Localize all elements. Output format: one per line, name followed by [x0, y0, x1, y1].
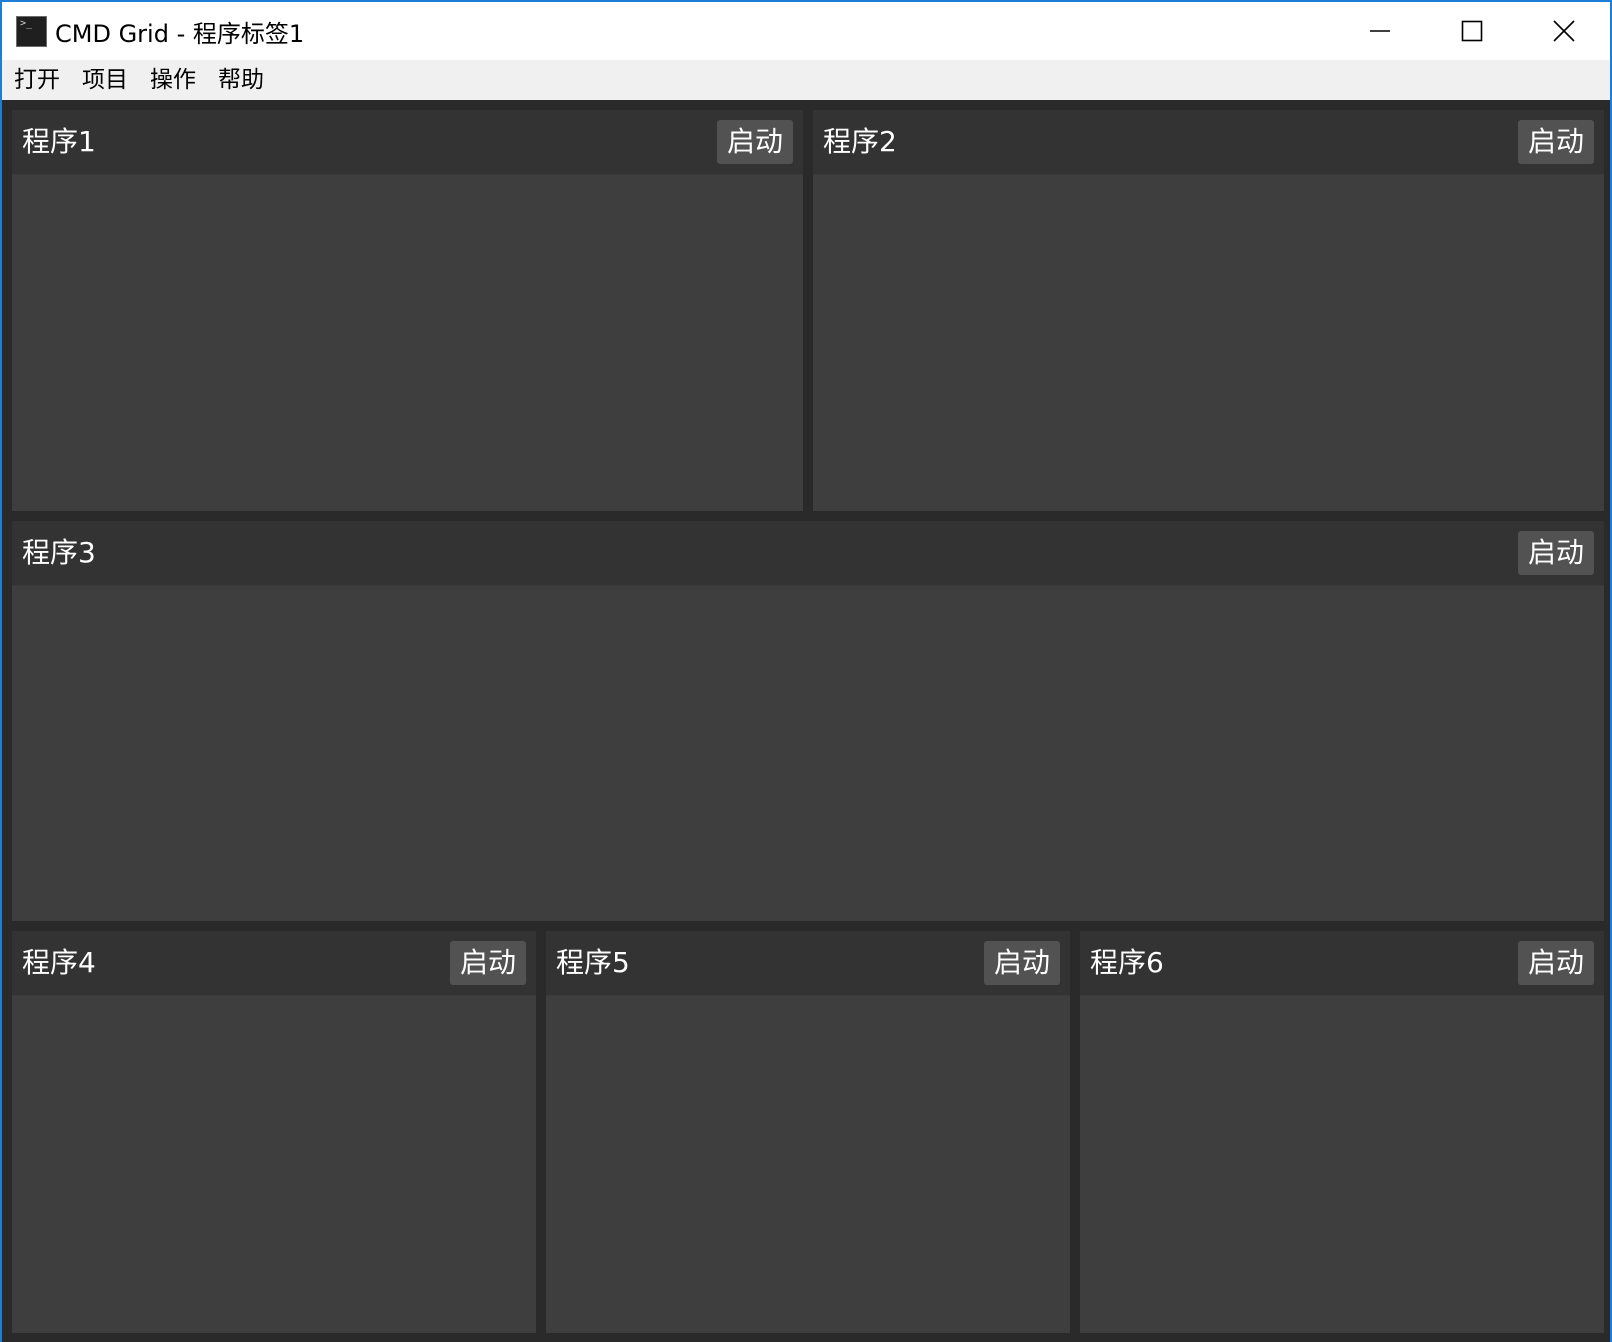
panel-header: 程序6 启动 [1080, 931, 1604, 996]
panel-title: 程序4 [22, 946, 96, 979]
start-button[interactable]: 启动 [1518, 941, 1594, 985]
close-icon [1553, 20, 1575, 42]
start-button[interactable]: 启动 [984, 941, 1060, 985]
minimize-button[interactable] [1334, 2, 1426, 60]
panel-header: 程序4 启动 [12, 931, 536, 996]
maximize-button[interactable] [1426, 2, 1518, 60]
window-controls [1334, 2, 1610, 60]
console-output[interactable] [12, 996, 536, 1333]
menu-project[interactable]: 项目 [71, 60, 139, 100]
console-output[interactable] [1080, 996, 1604, 1333]
start-button[interactable]: 启动 [717, 120, 793, 164]
console-output[interactable] [546, 996, 1070, 1333]
title-bar[interactable]: >_ CMD Grid - 程序标签1 [2, 2, 1610, 60]
minimize-icon [1370, 30, 1390, 32]
start-button[interactable]: 启动 [1518, 120, 1594, 164]
program-panel-5: 程序5 启动 [546, 931, 1070, 1333]
panel-header: 程序2 启动 [813, 110, 1604, 175]
program-panel-4: 程序4 启动 [12, 931, 536, 1333]
start-button[interactable]: 启动 [450, 941, 526, 985]
menu-open[interactable]: 打开 [2, 60, 71, 100]
window-title: CMD Grid - 程序标签1 [55, 19, 305, 48]
maximize-icon [1461, 20, 1483, 42]
panel-header: 程序1 启动 [12, 110, 803, 175]
program-grid: 程序1 启动 程序2 启动 程序3 启动 程序4 启动 程序5 启动 程序6 启… [2, 100, 1610, 1342]
terminal-icon: >_ [16, 15, 47, 47]
panel-title: 程序1 [22, 125, 96, 158]
panel-title: 程序5 [556, 946, 630, 979]
menu-bar: 打开 项目 操作 帮助 [2, 60, 1610, 100]
panel-title: 程序3 [22, 536, 96, 569]
console-output[interactable] [12, 586, 1604, 921]
terminal-prompt-glyph: >_ [20, 17, 33, 29]
close-button[interactable] [1518, 2, 1610, 60]
console-output[interactable] [12, 175, 803, 511]
program-panel-1: 程序1 启动 [12, 110, 803, 511]
menu-operation[interactable]: 操作 [139, 60, 207, 100]
menu-help[interactable]: 帮助 [207, 60, 275, 100]
console-output[interactable] [813, 175, 1604, 511]
panel-title: 程序6 [1090, 946, 1164, 979]
program-panel-2: 程序2 启动 [813, 110, 1604, 511]
panel-header: 程序5 启动 [546, 931, 1070, 996]
panel-title: 程序2 [823, 125, 897, 158]
app-window: >_ CMD Grid - 程序标签1 打开 项目 操作 帮助 程序1 启动 程… [0, 0, 1612, 1342]
panel-header: 程序3 启动 [12, 521, 1604, 586]
start-button[interactable]: 启动 [1518, 531, 1594, 575]
program-panel-6: 程序6 启动 [1080, 931, 1604, 1333]
program-panel-3: 程序3 启动 [12, 521, 1604, 921]
